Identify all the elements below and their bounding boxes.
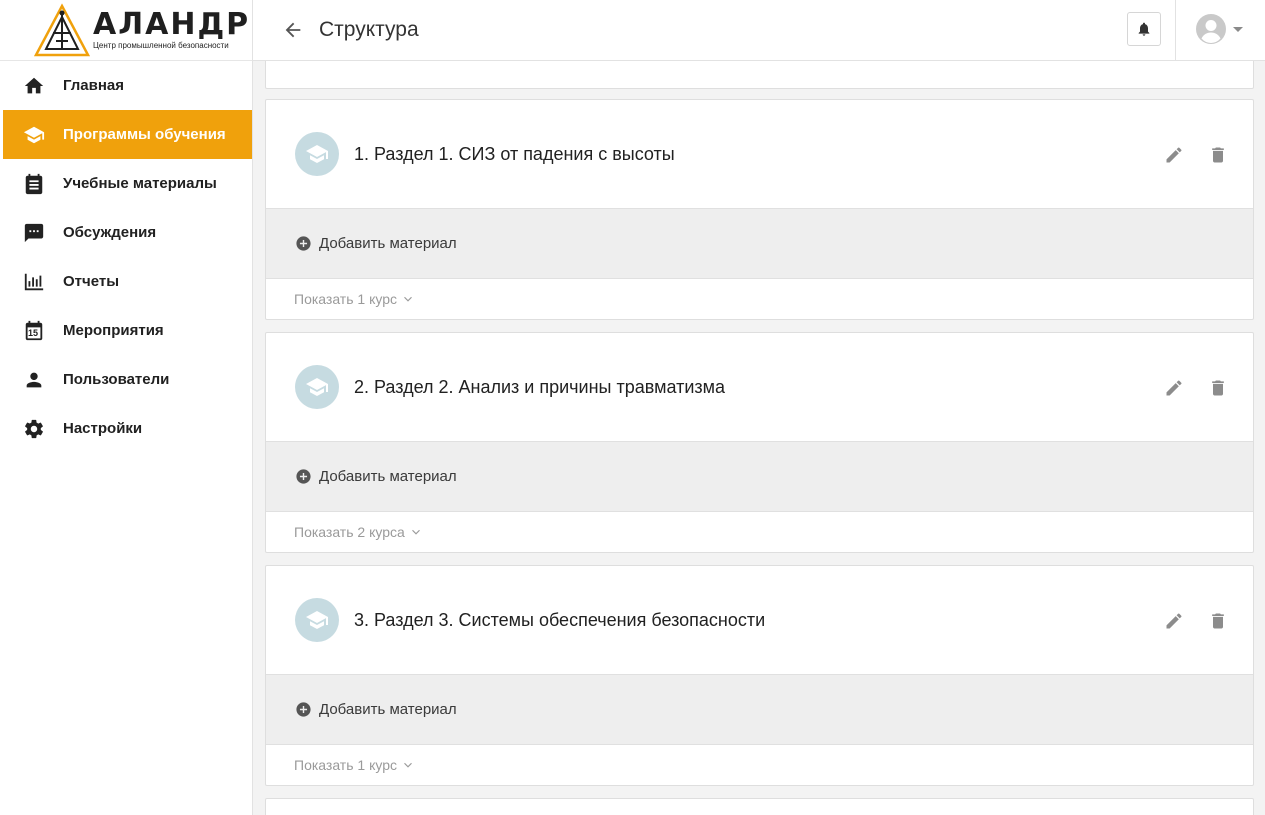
section-footer: Показать 1 курс [266,279,1253,319]
header-divider [1175,0,1176,61]
graduation-cap-icon [295,132,339,176]
trash-icon[interactable] [1207,144,1229,166]
section-title[interactable]: 2. Раздел 2. Анализ и причины травматизм… [354,377,725,398]
user-avatar-icon [1196,14,1226,44]
chat-icon [22,221,46,245]
gear-icon [22,417,46,441]
brand-name: АЛАНДР [93,7,251,42]
show-courses-toggle[interactable]: Показать 1 курс [294,291,415,307]
sidebar-item-label: Обсуждения [63,224,157,241]
sidebar-item-label: Мероприятия [63,322,164,339]
sidebar-item-label: Главная [63,77,125,94]
plus-circle-icon [296,236,311,251]
pencil-icon[interactable] [1163,610,1185,632]
structure-content: 1. Раздел 1. СИЗ от падения с высоты Доб… [253,61,1265,815]
trash-icon[interactable] [1207,610,1229,632]
pencil-icon[interactable] [1163,377,1185,399]
show-courses-toggle[interactable]: Показать 2 курса [294,524,423,540]
section-card: 2. Раздел 2. Анализ и причины травматизм… [265,332,1254,553]
section-card: 1. Раздел 1. СИЗ от падения с высоты Доб… [265,99,1254,320]
add-material-label: Добавить материал [319,235,457,252]
sidebar-item-label: Учебные материалы [63,175,217,192]
graduation-cap-icon [22,123,46,147]
plus-circle-icon [296,469,311,484]
home-icon [22,74,46,98]
add-material-row: Добавить материал [266,674,1253,745]
add-material-button[interactable]: Добавить материал [295,235,457,252]
sidebar-item-discussions[interactable]: Обсуждения [0,208,252,257]
sidebar: АЛАНДР Центр промышленной безопасности Г… [0,0,253,815]
section-card-previous [265,61,1254,89]
sidebar-item-settings[interactable]: Настройки [0,404,252,453]
calendar-day: 15 [28,327,39,338]
section-card: 3. Раздел 3. Системы обеспечения безопас… [265,565,1254,786]
section-title[interactable]: 3. Раздел 3. Системы обеспечения безопас… [354,610,765,631]
clipboard-icon [22,172,46,196]
show-courses-toggle[interactable]: Показать 1 курс [294,757,415,773]
section-footer: Показать 2 курса [266,512,1253,552]
add-material-row: Добавить материал [266,441,1253,512]
chevron-down-icon [404,296,412,302]
sidebar-item-label: Настройки [63,420,143,437]
sidebar-item-users[interactable]: Пользователи [0,355,252,404]
add-material-label: Добавить материал [319,701,457,718]
sidebar-nav: Главная Программы обучения Учебные матер… [0,61,252,453]
show-courses-label: Показать 1 курс [294,757,397,773]
user-menu[interactable] [1195,13,1243,45]
person-icon [22,368,46,392]
notifications-button[interactable] [1127,12,1161,46]
add-material-button[interactable]: Добавить материал [295,468,457,485]
sidebar-item-reports[interactable]: Отчеты [0,257,252,306]
section-footer: Показать 1 курс [266,745,1253,785]
show-courses-label: Показать 1 курс [294,291,397,307]
sidebar-item-materials[interactable]: Учебные материалы [0,159,252,208]
brand-logo[interactable]: АЛАНДР Центр промышленной безопасности [0,0,252,61]
sidebar-item-home[interactable]: Главная [0,61,252,110]
trash-icon[interactable] [1207,377,1229,399]
pencil-icon[interactable] [1163,144,1185,166]
section-header: 1. Раздел 1. СИЗ от падения с высоты [266,100,1253,208]
add-material-button[interactable]: Добавить материал [295,701,457,718]
back-arrow-icon[interactable] [281,18,305,42]
logo-mark-icon [33,3,91,57]
chevron-down-icon [411,529,420,535]
graduation-cap-icon [295,365,339,409]
top-bar: Структура [253,0,1265,61]
chevron-down-icon [1233,26,1243,32]
sidebar-item-label: Пользователи [63,371,170,388]
sidebar-item-label: Отчеты [63,273,120,290]
sidebar-item-events[interactable]: 15 Мероприятия [0,306,252,355]
chevron-down-icon [404,762,412,768]
section-header: 3. Раздел 3. Системы обеспечения безопас… [266,566,1253,674]
brand-tagline: Центр промышленной безопасности [93,41,229,50]
section-header: 2. Раздел 2. Анализ и причины травматизм… [266,333,1253,441]
sidebar-item-label: Программы обучения [63,126,226,143]
show-courses-label: Показать 2 курса [294,524,405,540]
plus-circle-icon [296,702,311,717]
bell-icon [1138,22,1150,36]
page-title: Структура [319,18,419,41]
section-title[interactable]: 1. Раздел 1. СИЗ от падения с высоты [354,144,675,165]
add-material-row: Добавить материал [266,208,1253,279]
bar-chart-icon [22,270,46,294]
avatar [1195,13,1227,45]
calendar-icon: 15 [22,319,46,343]
graduation-cap-icon [295,598,339,642]
sidebar-item-programs[interactable]: Программы обучения [3,110,252,159]
add-material-label: Добавить материал [319,468,457,485]
section-card-next [265,798,1254,815]
